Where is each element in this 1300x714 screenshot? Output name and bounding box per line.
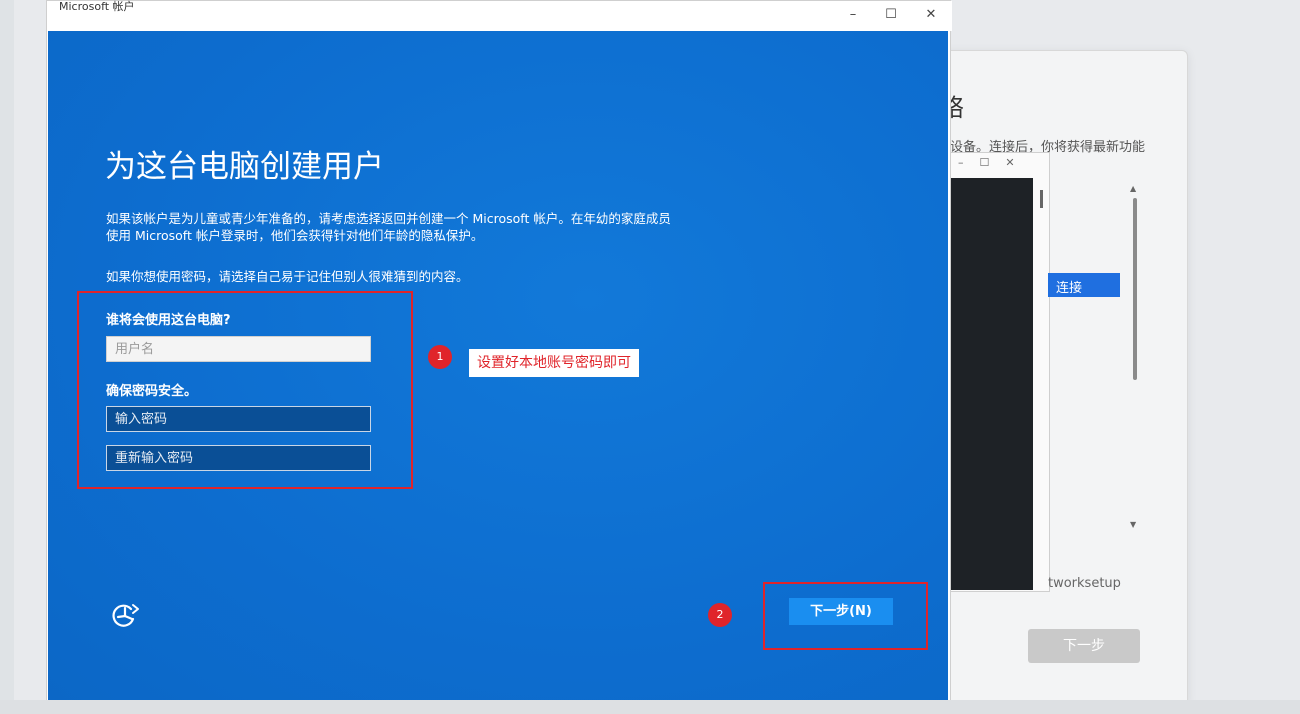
background-inner-window-controls: –☐✕ bbox=[958, 156, 1031, 169]
minimize-icon[interactable]: – bbox=[843, 7, 863, 22]
background-networksetup-text: tworksetup bbox=[1048, 576, 1121, 591]
annotation-callout: 设置好本地账号密码即可 bbox=[469, 349, 639, 377]
password-hint-text: 如果你想使用密码，请选择自己易于记住但别人很难猜到的内容。 bbox=[106, 269, 469, 284]
connect-button[interactable]: 连接 bbox=[1048, 273, 1120, 297]
step-badge-1: 1 bbox=[428, 345, 452, 369]
next-button[interactable]: 下一步(N) bbox=[789, 598, 893, 625]
window-titlebar[interactable]: Microsoft 帐户 – ☐ ✕ bbox=[47, 0, 952, 31]
background-inner-scrollbar bbox=[1040, 190, 1043, 208]
accessibility-icon[interactable] bbox=[109, 600, 141, 630]
highlight-box-credentials bbox=[77, 291, 413, 489]
description-line-2: 使用 Microsoft 帐户登录时，他们会获得针对他们年龄的隐私保护。 bbox=[106, 228, 484, 243]
screen-edge-bottom bbox=[0, 700, 1300, 714]
page-title: 为这台电脑创建用户 bbox=[105, 149, 384, 185]
maximize-icon[interactable]: ☐ bbox=[881, 7, 901, 22]
background-scrollbar-thumb[interactable] bbox=[1133, 198, 1137, 380]
scroll-up-arrow-icon[interactable]: ▲ bbox=[1130, 184, 1136, 193]
background-next-button[interactable]: 下一步 bbox=[1028, 629, 1140, 663]
screen-edge-left bbox=[0, 0, 14, 714]
close-icon[interactable]: ✕ bbox=[921, 7, 941, 22]
step-badge-2: 2 bbox=[708, 603, 732, 627]
window-title: Microsoft 帐户 bbox=[59, 0, 135, 13]
scroll-down-arrow-icon[interactable]: ▼ bbox=[1130, 520, 1136, 529]
background-inner-dark-pane bbox=[950, 178, 1033, 590]
